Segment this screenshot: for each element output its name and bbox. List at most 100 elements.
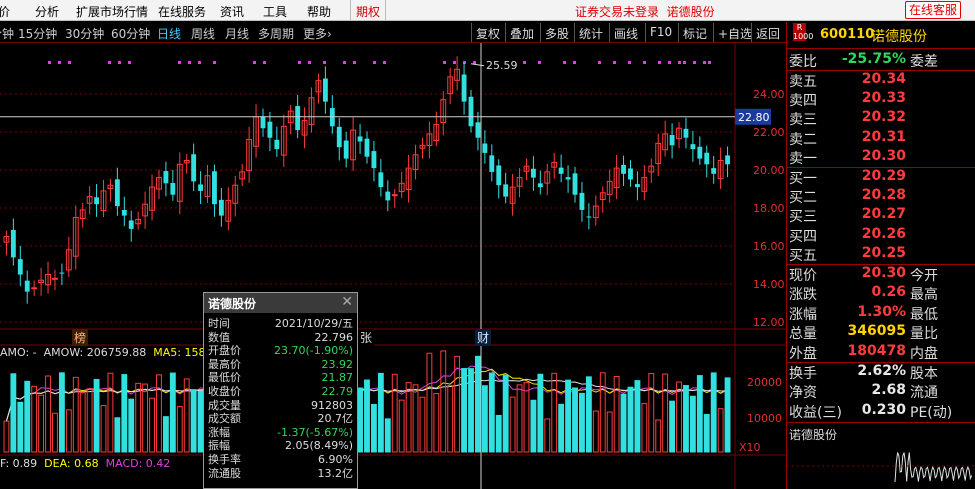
signal-dot bbox=[128, 61, 131, 64]
volume-tick-label: 10000 bbox=[747, 412, 782, 425]
volume-bar bbox=[558, 403, 565, 453]
order-row[interactable]: 卖四 20.33 bbox=[787, 90, 975, 109]
order-row[interactable]: 买四 20.26 bbox=[787, 226, 975, 245]
stat-right-label: 最高 bbox=[910, 287, 938, 304]
popup-row-value: 912803 bbox=[311, 398, 353, 412]
signal-dot bbox=[68, 61, 71, 64]
order-level-label: 卖二 bbox=[789, 131, 817, 148]
candle bbox=[59, 263, 65, 285]
popup-row: 振幅 2.05(8.49%) bbox=[204, 439, 357, 452]
popup-row-value: 6.90% bbox=[318, 453, 353, 466]
order-row[interactable]: 买一 20.29 bbox=[787, 168, 975, 187]
toolbar-stats-button[interactable]: 统计 bbox=[574, 23, 607, 42]
volume-bar bbox=[433, 393, 440, 453]
close-icon[interactable]: ✕ bbox=[341, 294, 353, 310]
order-row[interactable]: 买五 20.25 bbox=[787, 245, 975, 264]
candle bbox=[94, 184, 99, 217]
order-row[interactable]: 卖二 20.31 bbox=[787, 129, 975, 148]
period-daily[interactable]: 日线 bbox=[157, 25, 181, 42]
login-notice[interactable]: 证券交易未登录 诺德股份 bbox=[575, 3, 715, 20]
volume-bar bbox=[364, 379, 370, 453]
finance-tag[interactable]: 财 bbox=[475, 329, 492, 346]
candle bbox=[405, 154, 412, 203]
candle bbox=[558, 154, 564, 183]
period-1min[interactable]: 分钟 bbox=[0, 25, 14, 42]
candle bbox=[107, 179, 114, 202]
popup-row-value: 2.05(8.49%) bbox=[284, 439, 353, 453]
stat-label: 涨跌 bbox=[789, 287, 817, 304]
signal-dot bbox=[178, 61, 181, 64]
volume-bar bbox=[544, 418, 551, 453]
candle bbox=[322, 66, 328, 114]
signal-dot bbox=[678, 61, 681, 64]
volume-bar bbox=[377, 372, 384, 453]
signal-dot bbox=[323, 61, 326, 64]
candle bbox=[336, 117, 342, 161]
volume-bar bbox=[128, 398, 135, 453]
menu-options[interactable]: 期权 bbox=[350, 0, 387, 21]
candle bbox=[343, 131, 349, 168]
order-row[interactable]: 卖五 20.34 bbox=[787, 71, 975, 90]
bar-info-popup: 诺德股份 ✕ 时间 2021/10/29/五 数值 22.796 开盘价 23.70(-1.… bbox=[203, 292, 358, 489]
period-multi[interactable]: 多周期 bbox=[258, 25, 294, 42]
menu-news[interactable]: 资讯 bbox=[220, 3, 244, 20]
mini-intraday-chart[interactable] bbox=[787, 442, 975, 489]
toolbar-drawline-button[interactable]: 画线 bbox=[609, 23, 642, 42]
volume-bar bbox=[447, 385, 454, 453]
volume-bar bbox=[475, 355, 481, 453]
period-more[interactable]: 更多› bbox=[303, 25, 332, 42]
order-row[interactable]: 买三 20.27 bbox=[787, 206, 975, 225]
toolbar-fuquan-button[interactable]: 复权 bbox=[471, 23, 504, 42]
candle bbox=[523, 158, 530, 181]
stat-right-label: 内盘 bbox=[910, 345, 938, 362]
period-monthly[interactable]: 月线 bbox=[225, 25, 249, 42]
volume-bar bbox=[405, 382, 412, 453]
toolbar-f10-button[interactable]: F10 bbox=[645, 23, 676, 42]
order-row[interactable]: 卖一 20.30 bbox=[787, 148, 975, 167]
stat-right-label: PE(动) bbox=[910, 404, 953, 421]
toolbar-overlay-button[interactable]: 叠加 bbox=[505, 23, 538, 42]
candlesticks[interactable] bbox=[3, 56, 730, 304]
amow-label: AMOW: 206759.88 bbox=[43, 346, 147, 359]
toolbar-multistock-button[interactable]: 多股 bbox=[540, 23, 573, 42]
stat-right-label: 股本 bbox=[910, 366, 938, 382]
order-row[interactable]: 买二 20.28 bbox=[787, 187, 975, 206]
candle bbox=[156, 169, 162, 200]
online-service-button[interactable]: 在线客服 bbox=[905, 1, 961, 19]
order-row[interactable]: 卖三 20.32 bbox=[787, 109, 975, 128]
menu-extended-market[interactable]: 扩展市场行情 bbox=[76, 3, 148, 20]
menu-help[interactable]: 帮助 bbox=[307, 3, 331, 20]
period-15min[interactable]: 15分钟 bbox=[18, 25, 57, 42]
menu-tools[interactable]: 工具 bbox=[263, 3, 287, 20]
toolbar-add-watchlist-button[interactable]: +自选 bbox=[713, 23, 756, 42]
period-weekly[interactable]: 周线 bbox=[191, 25, 215, 42]
kline-chart[interactable]: 24.00 22.00 20.00 18.00 16.00 14.00 12.00 20000… bbox=[0, 43, 786, 489]
stat-row: 总量 346095 量比 bbox=[787, 323, 975, 342]
period-60min[interactable]: 60分钟 bbox=[111, 25, 150, 42]
billboard-tag[interactable]: 榜 bbox=[72, 329, 89, 346]
volume-bar bbox=[79, 391, 86, 453]
period-30min[interactable]: 30分钟 bbox=[65, 25, 104, 42]
order-level-label: 买三 bbox=[789, 209, 817, 226]
volume-bar bbox=[606, 411, 613, 453]
stock-code: 600110 bbox=[820, 27, 875, 42]
volume-bar bbox=[537, 373, 544, 453]
menu-quote[interactable]: 报价 bbox=[0, 3, 10, 20]
menu-online-service[interactable]: 在线服务 bbox=[158, 3, 206, 20]
candle bbox=[86, 186, 93, 215]
volume-tick-label: 20000 bbox=[747, 376, 782, 389]
candle bbox=[468, 89, 474, 133]
zhang-tag[interactable]: 张 bbox=[358, 329, 375, 346]
signal-dot bbox=[658, 61, 661, 64]
volume-bar bbox=[461, 368, 467, 453]
signal-dot bbox=[703, 61, 706, 64]
candle bbox=[364, 131, 370, 164]
toolbar-mark-button[interactable]: 标记 bbox=[678, 23, 711, 42]
menu-bar: 报价 分析 扩展市场行情 在线服务 资讯 工具 帮助 期权 证券交易未登录 诺德… bbox=[0, 0, 975, 21]
menu-analysis[interactable]: 分析 bbox=[35, 3, 59, 20]
login-status-text: 证券交易未登录 bbox=[575, 5, 660, 19]
popup-row-label: 最高价 bbox=[208, 357, 241, 371]
order-price: 20.32 bbox=[861, 109, 906, 126]
candle bbox=[225, 187, 232, 231]
toolbar-back-button[interactable]: 返回 bbox=[751, 23, 784, 42]
